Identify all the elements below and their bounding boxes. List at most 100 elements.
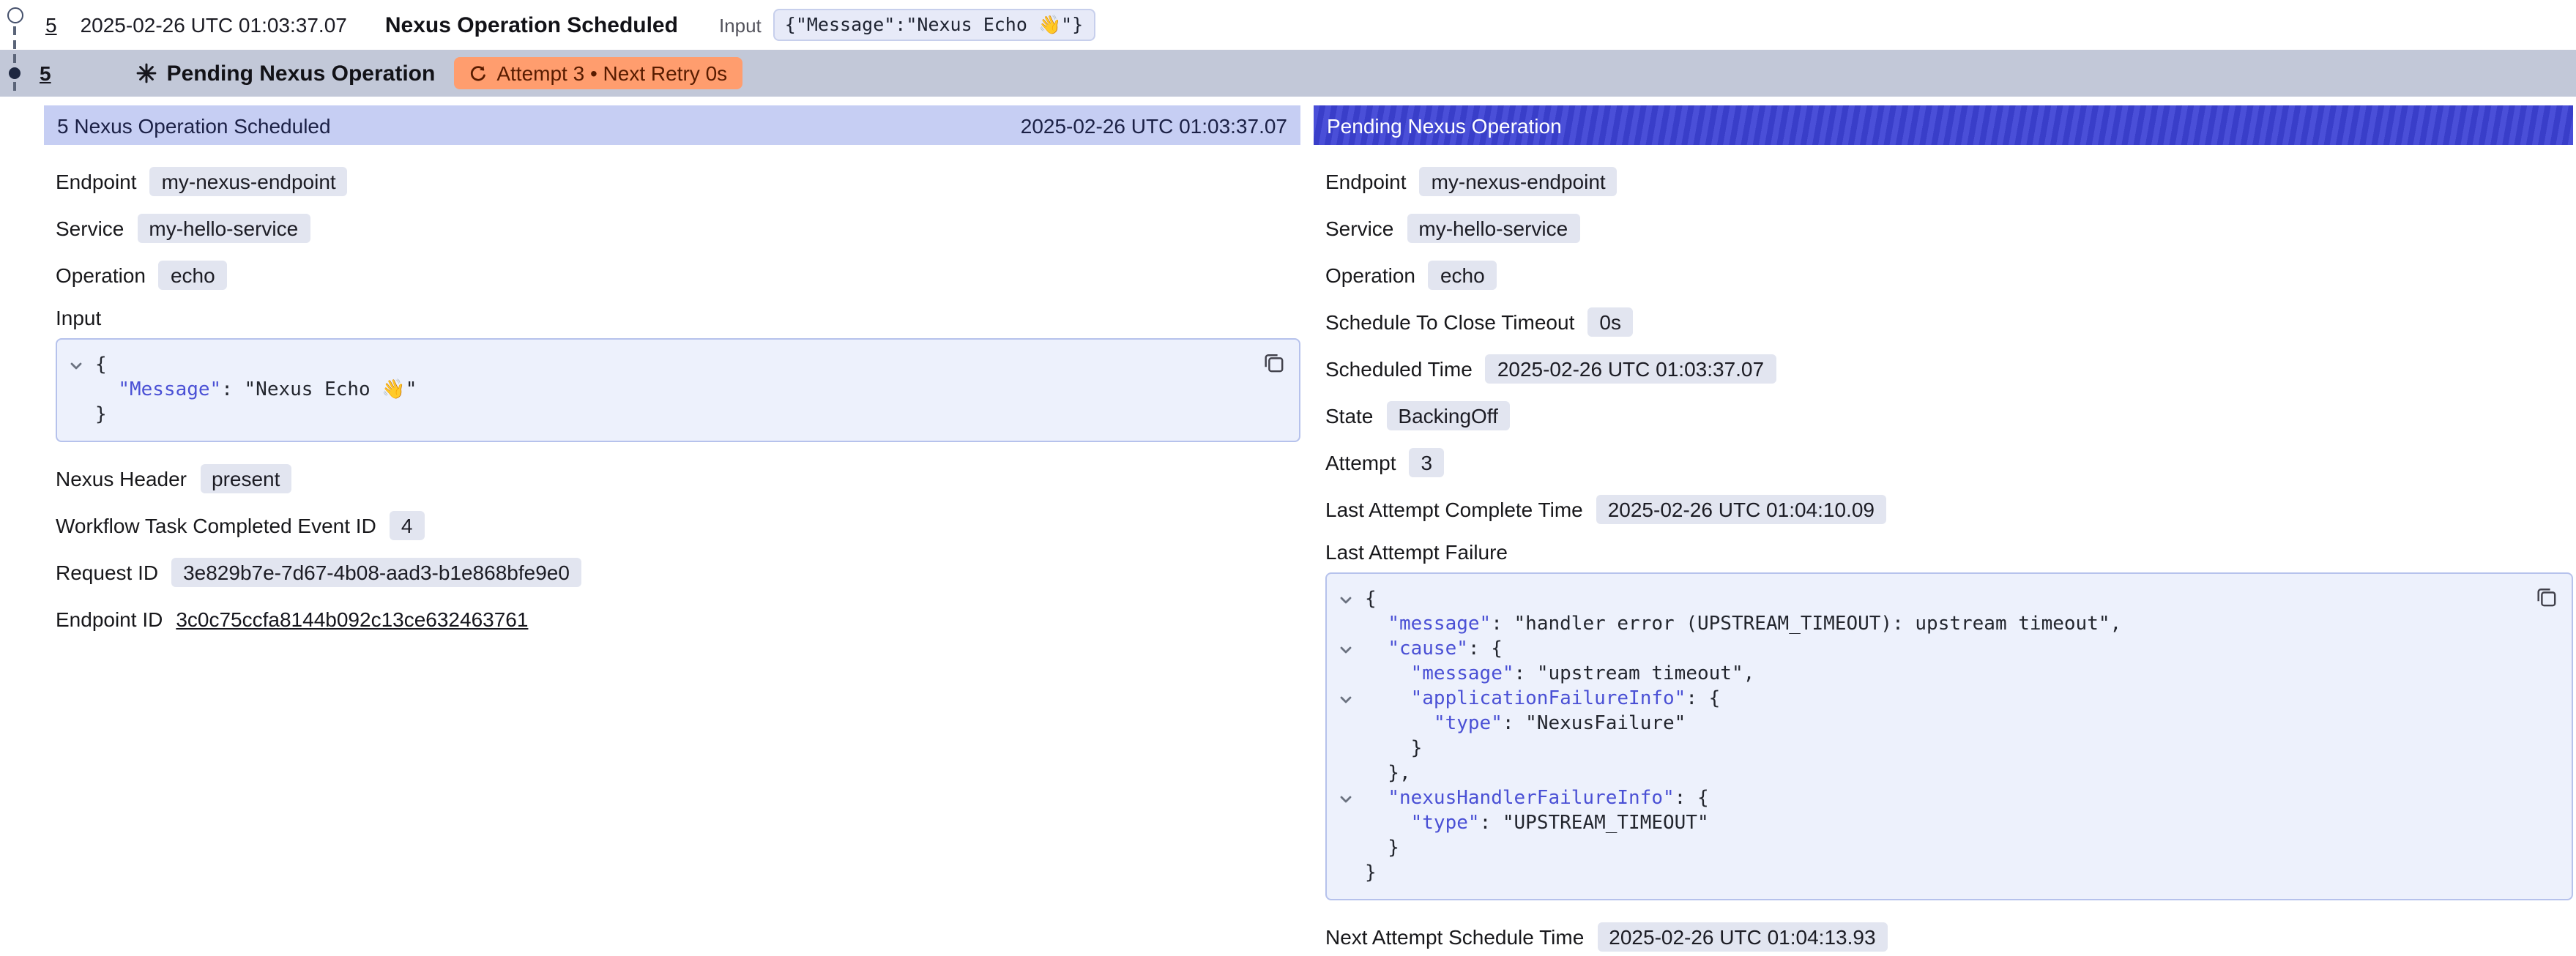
field-label: Endpoint xyxy=(1325,170,1407,193)
field-label: Next Attempt Schedule Time xyxy=(1325,925,1584,949)
endpoint-id-link[interactable]: 3c0c75ccfa8144b092c13ce632463761 xyxy=(176,608,528,631)
field-row-request-id: Request ID 3e829b7e-7d67-4b08-aad3-b1e86… xyxy=(56,556,1300,589)
event-title: Nexus Operation Scheduled xyxy=(385,12,678,37)
code-text: "nexusHandlerFailureInfo": { xyxy=(1365,786,1709,811)
field-row-endpoint-id: Endpoint ID 3c0c75ccfa8144b092c13ce63246… xyxy=(56,603,1300,635)
code-line: { xyxy=(57,353,1249,378)
field-label: Service xyxy=(56,217,124,240)
field-row-service: Service my-hello-service xyxy=(56,212,1300,244)
event-row-pending-nexus-operation[interactable]: 5 Pending Nexus Operation Attempt 3 • Ne… xyxy=(0,50,2576,97)
code-text: { xyxy=(1365,587,1377,612)
code-line: "type": "UPSTREAM_TIMEOUT" xyxy=(1327,811,2522,836)
event-id-link[interactable]: 5 xyxy=(45,13,57,37)
collapse-chevron-icon[interactable] xyxy=(57,358,95,373)
field-label: Nexus Header xyxy=(56,467,187,490)
code-text: "Message": "Nexus Echo 👋" xyxy=(95,378,417,403)
field-label: Schedule To Close Timeout xyxy=(1325,310,1574,334)
field-value-badge: my-nexus-endpoint xyxy=(150,167,348,196)
code-text: } xyxy=(1365,836,1399,861)
code-text: } xyxy=(1365,861,1377,886)
code-line: "type": "NexusFailure" xyxy=(1327,712,2522,736)
collapse-chevron-icon[interactable] xyxy=(1327,642,1365,657)
code-line: "cause": { xyxy=(1327,637,2522,662)
field-row-endpoint: Endpoint my-nexus-endpoint xyxy=(56,165,1300,198)
timeline-connector-line xyxy=(13,26,16,91)
event-row-nexus-operation-scheduled[interactable]: 5 2025-02-26 UTC 01:03:37.07 Nexus Opera… xyxy=(0,0,2576,50)
code-line: } xyxy=(57,403,1249,427)
code-line: "applicationFailureInfo": { xyxy=(1327,687,2522,712)
field-label: Service xyxy=(1325,217,1393,240)
field-label: Workflow Task Completed Event ID xyxy=(56,514,376,537)
code-line: "message": "upstream timeout", xyxy=(1327,662,2522,687)
timeline-node-circle-icon xyxy=(7,7,23,23)
workflow-event-history-view: 5 2025-02-26 UTC 01:03:37.07 Nexus Opera… xyxy=(0,0,2576,956)
collapse-chevron-icon[interactable] xyxy=(1327,791,1365,806)
field-row-attempt: Attempt 3 xyxy=(1325,447,2573,479)
event-detail-header: 5 Nexus Operation Scheduled 2025-02-26 U… xyxy=(44,105,1300,145)
code-line: "Message": "Nexus Echo 👋" xyxy=(57,378,1249,403)
retry-refresh-icon xyxy=(469,64,488,83)
field-row-workflow-task-completed-event-id: Workflow Task Completed Event ID 4 xyxy=(56,509,1300,542)
failure-json-viewer: { "message": "handler error (UPSTREAM_TI… xyxy=(1325,572,2573,900)
event-detail-body: Endpoint my-nexus-endpoint Service my-he… xyxy=(44,145,1300,635)
field-row-service: Service my-hello-service xyxy=(1325,212,2573,244)
field-row-operation: Operation echo xyxy=(1325,259,2573,291)
code-text: "message": "upstream timeout", xyxy=(1365,662,1754,687)
field-label: Attempt xyxy=(1325,451,1396,474)
retry-badge-text: Attempt 3 • Next Retry 0s xyxy=(496,61,727,85)
event-timestamp: 2025-02-26 UTC 01:03:37.07 xyxy=(81,13,347,37)
pending-event-id-link[interactable]: 5 xyxy=(40,61,51,85)
code-text: { xyxy=(95,353,107,378)
code-line: } xyxy=(1327,836,2522,861)
pending-asterisk-icon xyxy=(136,63,157,83)
pending-operation-header-title: Pending Nexus Operation xyxy=(1327,113,1562,137)
field-value-badge: echo xyxy=(159,261,227,290)
collapse-chevron-icon[interactable] xyxy=(1327,692,1365,706)
pending-operation-header: Pending Nexus Operation xyxy=(1314,105,2573,145)
pending-operation-panel: Pending Nexus Operation Endpoint my-nexu… xyxy=(1314,105,2573,956)
code-text: "cause": { xyxy=(1365,637,1503,662)
pending-operation-body: Endpoint my-nexus-endpoint Service my-he… xyxy=(1314,145,2573,953)
field-value-badge: 4 xyxy=(390,511,425,540)
field-row-operation: Operation echo xyxy=(56,259,1300,291)
code-line: "nexusHandlerFailureInfo": { xyxy=(1327,786,2522,811)
code-line: }, xyxy=(1327,761,2522,786)
state-badge: BackingOff xyxy=(1386,401,1509,430)
field-label: Last Attempt Complete Time xyxy=(1325,498,1583,521)
code-text: "message": "handler error (UPSTREAM_TIME… xyxy=(1365,612,2121,637)
field-value-badge: 2025-02-26 UTC 01:03:37.07 xyxy=(1486,354,1776,384)
field-value-badge: 3 xyxy=(1410,448,1445,477)
field-value-badge: my-nexus-endpoint xyxy=(1420,167,1618,196)
field-label: Operation xyxy=(56,264,146,287)
field-value-badge: 0s xyxy=(1587,307,1633,337)
last-attempt-failure-label: Last Attempt Failure xyxy=(1325,540,2573,564)
field-label: Endpoint xyxy=(56,170,137,193)
code-text: } xyxy=(1365,736,1422,761)
pending-title: Pending Nexus Operation xyxy=(167,61,436,86)
field-label: Operation xyxy=(1325,264,1415,287)
detail-panels: 5 Nexus Operation Scheduled 2025-02-26 U… xyxy=(0,105,2576,940)
code-text: } xyxy=(95,403,107,427)
copy-icon[interactable] xyxy=(2535,586,2558,609)
copy-icon[interactable] xyxy=(1262,351,1286,375)
field-value-badge: my-hello-service xyxy=(137,214,310,243)
event-detail-panel: 5 Nexus Operation Scheduled 2025-02-26 U… xyxy=(44,105,1300,650)
code-line: "message": "handler error (UPSTREAM_TIME… xyxy=(1327,612,2522,637)
timeline-node-dot-icon xyxy=(9,67,21,79)
event-detail-header-timestamp: 2025-02-26 UTC 01:03:37.07 xyxy=(1021,113,1287,137)
retry-badge: Attempt 3 • Next Retry 0s xyxy=(454,57,742,89)
field-value-badge: my-hello-service xyxy=(1407,214,1579,243)
field-row-endpoint: Endpoint my-nexus-endpoint xyxy=(1325,165,2573,198)
code-line: } xyxy=(1327,861,2522,886)
field-value-badge: 3e829b7e-7d67-4b08-aad3-b1e868bfe9e0 xyxy=(171,558,581,587)
collapse-chevron-icon[interactable] xyxy=(1327,592,1365,607)
field-value-badge: 2025-02-26 UTC 01:04:13.93 xyxy=(1597,922,1887,952)
code-line: } xyxy=(1327,736,2522,761)
code-text: "type": "NexusFailure" xyxy=(1365,712,1686,736)
event-detail-header-title: 5 Nexus Operation Scheduled xyxy=(57,113,331,137)
field-value-badge: echo xyxy=(1429,261,1497,290)
code-text: "applicationFailureInfo": { xyxy=(1365,687,1720,712)
field-label: Request ID xyxy=(56,561,158,584)
field-label: Endpoint ID xyxy=(56,608,163,631)
input-json-viewer: { "Message": "Nexus Echo 👋"} xyxy=(56,338,1300,442)
